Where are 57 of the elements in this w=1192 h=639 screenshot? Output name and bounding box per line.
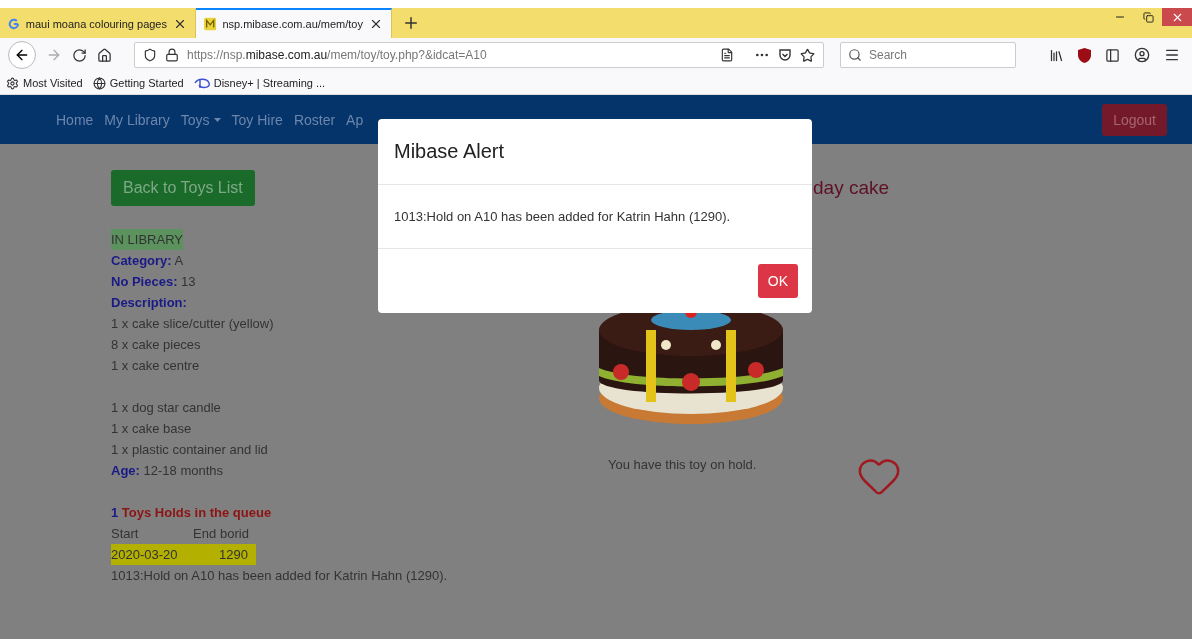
- description-line: 1 x cake base: [111, 420, 193, 438]
- bookmark-link[interactable]: Most Visited: [6, 76, 83, 90]
- nav-link[interactable]: Roster: [293, 111, 336, 128]
- bookmark-link[interactable]: Disney+ | Streaming ...: [193, 77, 326, 89]
- close-icon[interactable]: [369, 17, 383, 31]
- browser-tab[interactable]: nsp.mibase.com.au/mem/toy: [196, 8, 392, 38]
- nav-link[interactable]: Toy Hire: [231, 111, 283, 128]
- site-favicon-icon: [204, 17, 217, 31]
- disney-logo-icon: [193, 77, 210, 89]
- column-header: Start: [111, 525, 140, 543]
- description-label: Description:: [111, 294, 188, 312]
- description-line: 1 x plastic container and lid: [111, 441, 269, 459]
- star-icon[interactable]: [800, 47, 815, 63]
- queue-heading: 1 Toys Holds in the queue: [111, 504, 273, 522]
- close-icon[interactable]: [173, 17, 187, 31]
- reader-view-icon[interactable]: [720, 48, 734, 62]
- field-text: Category: A: [111, 252, 185, 270]
- age-text: Age: 12-18 months: [111, 462, 224, 480]
- nav-link[interactable]: Ap: [346, 111, 364, 128]
- status-label: IN LIBRARY: [111, 229, 183, 250]
- reload-icon[interactable]: [72, 47, 87, 63]
- ok-button[interactable]: OK: [757, 264, 798, 298]
- nav-link[interactable]: Home: [56, 111, 94, 128]
- shield-icon[interactable]: [1078, 47, 1091, 63]
- description-line: 1 x cake centre: [111, 357, 201, 375]
- nav-link[interactable]: My Library: [104, 111, 170, 128]
- menu-icon[interactable]: [1164, 47, 1180, 63]
- globe-icon: [92, 76, 106, 90]
- home-icon[interactable]: [97, 47, 112, 63]
- account-icon[interactable]: [1134, 47, 1150, 63]
- nav-link[interactable]: Toys: [180, 111, 221, 128]
- description-line: 1 x cake slice/cutter (yellow): [111, 315, 275, 333]
- dialog-title: Mibase Alert: [394, 140, 505, 163]
- search-icon: [848, 48, 862, 62]
- shield-icon[interactable]: [143, 48, 157, 62]
- hold-row: 2020-03-20 1290: [111, 544, 256, 565]
- hold-note: You have this toy on hold.: [608, 457, 757, 472]
- lock-icon[interactable]: [165, 48, 179, 62]
- column-header: End: [193, 525, 218, 543]
- back-to-list-button[interactable]: Back to Toys List: [111, 170, 255, 206]
- search-field[interactable]: Search: [840, 42, 1016, 68]
- hold-message: 1013:Hold on A10 has been added for Katrin Hahn (1290).: [111, 567, 449, 585]
- gear-icon: [6, 76, 19, 90]
- pocket-icon[interactable]: [778, 48, 792, 62]
- bookmark-link[interactable]: Getting Started: [92, 76, 184, 90]
- logout-button[interactable]: Logout: [1102, 103, 1167, 136]
- dialog-message: 1013:Hold on A10 has been added for Katrin Hahn (1290).: [394, 209, 731, 224]
- back-icon[interactable]: [8, 41, 36, 69]
- description-line: 8 x cake pieces: [111, 336, 202, 354]
- toy-title: day cake: [813, 177, 890, 199]
- field-text: No Pieces: 13: [111, 273, 197, 291]
- close-window-icon[interactable]: [1162, 8, 1192, 26]
- sidebar-icon[interactable]: [1105, 47, 1120, 63]
- library-icon[interactable]: [1049, 47, 1064, 63]
- description-line: 1 x dog star candle: [111, 399, 222, 417]
- column-header: borid: [220, 525, 250, 543]
- google-logo-icon: [8, 17, 20, 31]
